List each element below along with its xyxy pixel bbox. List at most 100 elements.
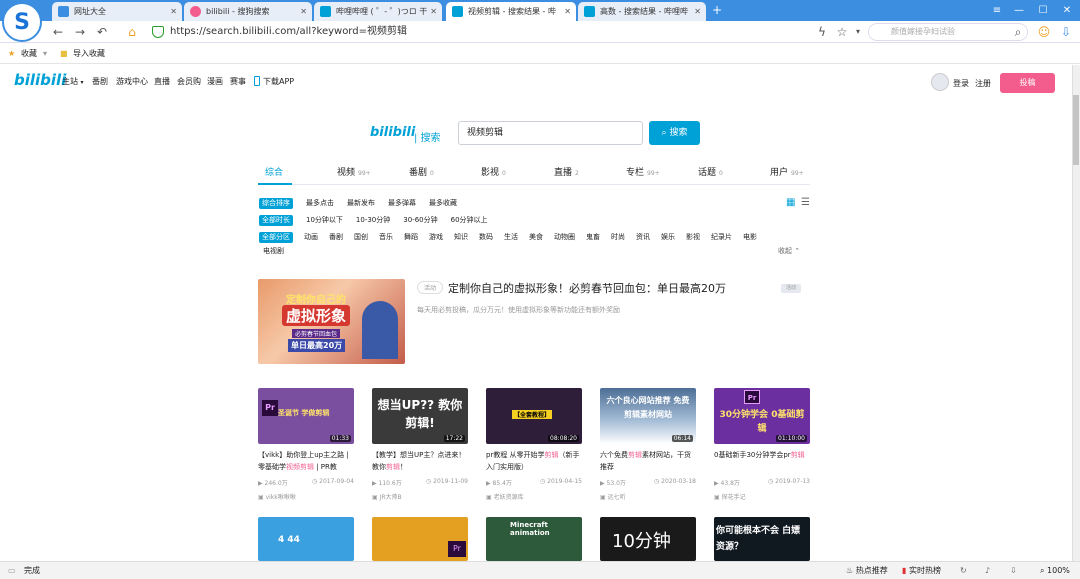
menu-icon[interactable]: ≡ xyxy=(986,2,1008,19)
browser-tab[interactable]: 哔哩哔哩 ( ゜- ゜)つロ 干 ✕ xyxy=(314,2,442,21)
search-input[interactable]: 视频剪辑 xyxy=(458,121,643,145)
filter-option[interactable]: 动画 xyxy=(304,232,318,243)
filter-option[interactable]: 10-30分钟 xyxy=(356,215,390,226)
search-button[interactable]: ⌕ 搜索 xyxy=(649,121,700,145)
import-favorites-link[interactable]: 导入收藏 xyxy=(73,43,105,64)
filter-option[interactable]: 游戏 xyxy=(429,232,443,243)
close-icon[interactable]: ✕ xyxy=(300,2,307,21)
video-card[interactable]: 想当UP?? 教你剪辑! 17:22 【教学】想当UP主？点进来！教你剪辑！ ▶… xyxy=(372,388,468,501)
browser-tab[interactable]: 网址大全 ✕ xyxy=(52,2,182,21)
filter-option[interactable]: 舞蹈 xyxy=(404,232,418,243)
register-link[interactable]: 注册 xyxy=(975,78,991,89)
filter-option[interactable]: 生活 xyxy=(504,232,518,243)
browser-tab[interactable]: bilibili - 搜狗搜索 ✕ xyxy=(184,2,312,21)
video-card[interactable]: Pr 30分钟学会 0基础剪辑 01:10:00 0基础新手30分钟学会pr剪辑… xyxy=(714,388,810,501)
filter-option[interactable]: 综合排序 xyxy=(259,198,293,209)
feature-title[interactable]: 定制你自己的虚拟形象！必剪春节回血包：单日最高20万 xyxy=(448,280,726,296)
realtime-hot-link[interactable]: ▮ 实时热榜 xyxy=(902,562,941,579)
search-icon[interactable]: ⌕ xyxy=(1008,21,1028,43)
filter-option[interactable]: 最多点击 xyxy=(306,198,334,209)
filter-option[interactable]: 时尚 xyxy=(611,232,625,243)
tab-film[interactable]: 影视 0 xyxy=(481,165,506,178)
filter-option[interactable]: 资讯 xyxy=(636,232,650,243)
flash-icon[interactable]: ϟ xyxy=(812,21,832,43)
nav-item-main[interactable]: 主站 ▾ xyxy=(62,76,84,87)
url-input[interactable]: https://search.bilibili.com/all?keyword=… xyxy=(146,23,806,41)
bilibili-logo[interactable]: bilibili xyxy=(14,71,66,89)
filter-option[interactable]: 10分钟以下 xyxy=(306,215,343,226)
nav-item-anime[interactable]: 番剧 xyxy=(92,76,108,87)
login-link[interactable]: 登录 xyxy=(953,78,969,89)
maximize-icon[interactable]: ☐ xyxy=(1032,2,1054,19)
video-thumbnail[interactable]: Pr 30分钟学会 0基础剪辑 01:10:00 xyxy=(714,388,810,444)
refresh-icon[interactable]: ↻ xyxy=(960,562,967,579)
chevron-down-icon[interactable]: ▾ xyxy=(848,21,868,43)
video-thumbnail[interactable]: 六个良心网站推荐 免费剪辑素材网站 06:14 xyxy=(600,388,696,444)
video-card[interactable]: 【全套教程】 08:08:20 pr教程 从零开始学剪辑（新手入门实用版） ▶ … xyxy=(486,388,582,501)
grid-view-icon[interactable]: ▦ xyxy=(786,197,795,208)
uploader-link[interactable]: ▣ 远七听 xyxy=(600,492,696,501)
nav-item-gamecenter[interactable]: 游戏中心 xyxy=(116,76,148,87)
filter-option[interactable]: 全部分区 xyxy=(259,232,293,243)
avatar[interactable] xyxy=(931,73,949,91)
tab-user[interactable]: 用户 99+ xyxy=(770,165,804,178)
nav-item-manga[interactable]: 漫画 xyxy=(207,76,223,87)
video-thumbnail[interactable]: 4 44 xyxy=(258,517,354,561)
video-thumbnail[interactable]: 想当UP?? 教你剪辑! 17:22 xyxy=(372,388,468,444)
uploader-link[interactable]: ▣ JR大帅B xyxy=(372,492,468,501)
video-card[interactable]: 六个良心网站推荐 免费剪辑素材网站 06:14 六个免费剪辑素材网站，干货推荐 … xyxy=(600,388,696,501)
nav-item-esports[interactable]: 赛事 xyxy=(230,76,246,87)
video-thumbnail[interactable]: 你可能根本不会 白嫖资源？ xyxy=(714,517,810,561)
tab-article[interactable]: 专栏 99+ xyxy=(626,165,660,178)
filter-option[interactable]: 电影 xyxy=(743,232,757,243)
download-icon[interactable]: ⇩ xyxy=(1010,562,1017,579)
filter-option[interactable]: 娱乐 xyxy=(661,232,675,243)
tab-bangumi[interactable]: 番剧 0 xyxy=(409,165,434,178)
video-thumbnail[interactable]: 10分钟 xyxy=(600,517,696,561)
video-card[interactable]: Pr 圣诞节 学做剪辑 01:33 【vikk】助你登上up主之路 | 零基础学… xyxy=(258,388,354,501)
nav-item-mall[interactable]: 会员购 xyxy=(177,76,201,87)
video-thumbnail[interactable]: 【全套教程】 08:08:20 xyxy=(486,388,582,444)
side-search-input[interactable]: 颜值嫁接孕妇试验 xyxy=(868,23,1028,41)
new-tab-icon[interactable]: + xyxy=(712,3,722,17)
tab-topic[interactable]: 话题 0 xyxy=(698,165,723,178)
filter-option[interactable]: 动物圈 xyxy=(554,232,575,243)
browser-tab-active[interactable]: 视频剪辑 - 搜索结果 - 哔 ✕ xyxy=(446,2,576,21)
filter-option[interactable]: 番剧 xyxy=(329,232,343,243)
close-window-icon[interactable]: ✕ xyxy=(1056,2,1078,19)
filter-option[interactable]: 最多收藏 xyxy=(429,198,457,209)
filter-option[interactable]: 数码 xyxy=(479,232,493,243)
uploader-link[interactable]: ▣ vikk啾啾啾 xyxy=(258,492,354,501)
video-title[interactable]: 0基础新手30分钟学会pr剪辑 xyxy=(714,449,810,473)
video-title[interactable]: 【vikk】助你登上up主之路 | 零基础学视频剪辑 | PR教 xyxy=(258,449,354,473)
video-thumbnail[interactable]: Minecraft animation xyxy=(486,517,582,561)
favorites-button[interactable]: 收藏 xyxy=(21,43,37,64)
filter-option[interactable]: 美食 xyxy=(529,232,543,243)
filter-option[interactable]: 30-60分钟 xyxy=(403,215,437,226)
forward-icon[interactable]: → xyxy=(70,21,90,43)
video-thumbnail[interactable]: Pr 圣诞节 学做剪辑 01:33 xyxy=(258,388,354,444)
filter-option[interactable]: 最多弹幕 xyxy=(388,198,416,209)
undo-icon[interactable]: ↶ xyxy=(92,21,112,43)
back-icon[interactable]: ← xyxy=(48,21,68,43)
filter-option[interactable]: 纪录片 xyxy=(711,232,732,243)
home-icon[interactable]: ⌂ xyxy=(122,21,142,43)
filter-option[interactable]: 60分钟以上 xyxy=(451,215,488,226)
tab-all[interactable]: 综合 xyxy=(265,165,283,178)
nav-item-download-app[interactable]: 下载APP xyxy=(263,76,294,87)
volume-icon[interactable]: ♪ xyxy=(985,562,990,579)
zoom-level[interactable]: ⌕ 100% xyxy=(1040,562,1070,579)
video-title[interactable]: 六个免费剪辑素材网站，干货推荐 xyxy=(600,449,696,473)
filter-option[interactable]: 国创 xyxy=(354,232,368,243)
close-icon[interactable]: ✕ xyxy=(430,2,437,21)
video-title[interactable]: pr教程 从零开始学剪辑（新手入门实用版） xyxy=(486,449,582,473)
scrollbar-thumb[interactable] xyxy=(1073,95,1079,165)
close-icon[interactable]: ✕ xyxy=(564,2,571,21)
tab-video[interactable]: 视频 99+ xyxy=(337,165,371,178)
filter-option[interactable]: 音乐 xyxy=(379,232,393,243)
tab-live[interactable]: 直播 2 xyxy=(554,165,579,178)
upload-button[interactable]: 投稿 xyxy=(1000,73,1055,93)
feature-banner[interactable]: 定制你自己的 虚拟形象 必剪春节回血包 单日最高20万 xyxy=(258,279,405,364)
video-thumbnail[interactable]: Pr xyxy=(372,517,468,561)
uploader-link[interactable]: ▣ 探花手记 xyxy=(714,492,810,501)
